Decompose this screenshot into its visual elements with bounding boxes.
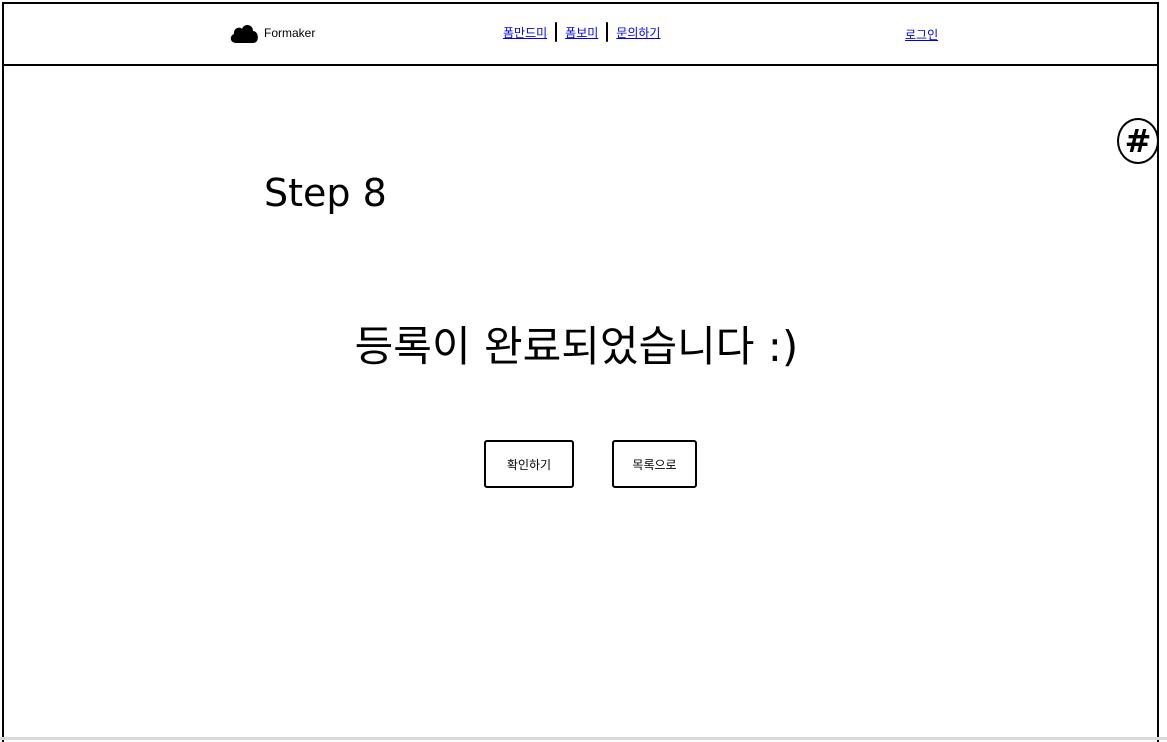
main-nav: 폼만드미 폼보미 문의하기: [503, 22, 660, 42]
brand-logo[interactable]: Formaker: [228, 21, 315, 45]
nav-divider: [555, 22, 558, 42]
nav-divider: [606, 22, 609, 42]
cloud-icon: [228, 21, 260, 45]
brand-name: Formaker: [264, 26, 316, 40]
confirm-button[interactable]: 확인하기: [484, 440, 574, 488]
page-frame: Formaker 폼만드미 폼보미 문의하기 로그인 # Step 8 등록이 …: [2, 2, 1159, 742]
login-link[interactable]: 로그인: [905, 26, 938, 43]
nav-link-form-viewer[interactable]: 폼보미: [565, 24, 598, 41]
top-nav-bar: Formaker 폼만드미 폼보미 문의하기 로그인: [4, 4, 1157, 66]
nav-link-contact[interactable]: 문의하기: [616, 24, 660, 41]
nav-link-form-maker[interactable]: 폼만드미: [503, 24, 547, 41]
step-title: Step 8: [264, 171, 387, 215]
completion-message: 등록이 완료되었습니다 :): [354, 322, 799, 371]
back-to-list-button[interactable]: 목록으로: [612, 440, 697, 488]
hash-icon[interactable]: #: [1117, 118, 1159, 164]
